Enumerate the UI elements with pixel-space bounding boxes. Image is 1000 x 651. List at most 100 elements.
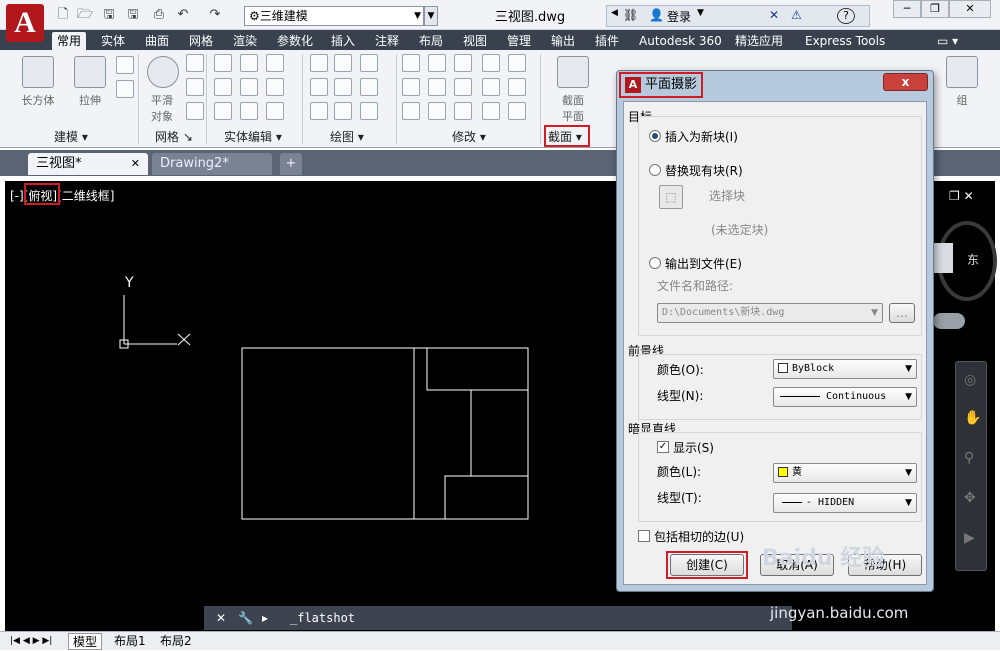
save-icon[interactable]: 🖫: [100, 6, 118, 24]
panel-title-solid-edit[interactable]: 实体编辑 ▾: [224, 128, 282, 146]
smooth-object-icon[interactable]: [147, 56, 179, 88]
draw-tool-icon[interactable]: [334, 102, 352, 120]
mesh-tool-icon[interactable]: [186, 54, 204, 72]
modify-tool-icon[interactable]: [482, 54, 500, 72]
orbit-icon[interactable]: ✥: [964, 490, 976, 506]
modify-tool-icon[interactable]: [402, 78, 420, 96]
solid-edit-icon[interactable]: [266, 54, 284, 72]
doc-tab-active[interactable]: 三视图* ✕: [28, 153, 148, 175]
draw-tool-icon[interactable]: [334, 78, 352, 96]
filename-input[interactable]: D:\Documents\新块.dwg ▼: [657, 303, 883, 323]
modify-tool-icon[interactable]: [428, 54, 446, 72]
tab-5[interactable]: 参数化: [272, 32, 318, 50]
workspace-menu-button[interactable]: ▼: [424, 6, 438, 26]
panel-title-draw[interactable]: 绘图 ▾: [330, 128, 364, 146]
pan-icon[interactable]: ✋: [964, 410, 981, 426]
group-icon[interactable]: [946, 56, 978, 88]
redo-icon[interactable]: ↷: [206, 6, 224, 24]
modify-tool-icon[interactable]: [508, 78, 526, 96]
browse-button[interactable]: ...: [889, 303, 915, 323]
viewport-controls[interactable]: ❐ ✕: [949, 189, 974, 203]
tab-6[interactable]: 插入: [326, 32, 360, 50]
viewport-control[interactable]: [-]: [10, 189, 24, 203]
solid-edit-icon[interactable]: [240, 78, 258, 96]
collapse-icon[interactable]: ◀: [611, 8, 618, 18]
draw-tool-icon[interactable]: [334, 54, 352, 72]
label-show[interactable]: 显示(S): [673, 439, 714, 456]
draw-tool-icon[interactable]: [360, 78, 378, 96]
binoculars-icon[interactable]: ⛓: [623, 8, 638, 22]
draw-tool-icon[interactable]: [360, 102, 378, 120]
a360-icon[interactable]: ⚠: [791, 8, 802, 22]
modify-tool-icon[interactable]: [428, 102, 446, 120]
print-icon[interactable]: ⎙: [150, 6, 168, 24]
modify-tool-icon[interactable]: [428, 78, 446, 96]
obscured-linetype-select[interactable]: - HIDDEN ▼: [773, 493, 917, 513]
steering-wheel-icon[interactable]: ◎: [964, 372, 976, 388]
close-icon[interactable]: ✕: [131, 153, 140, 175]
undo-icon[interactable]: ↶: [174, 6, 192, 24]
fg-color-select[interactable]: ByBlock ▼: [773, 359, 917, 379]
select-block-button[interactable]: ⬚: [659, 185, 683, 209]
ribbon-minimize-icon[interactable]: ▭ ▾: [932, 32, 963, 50]
mesh-tool-icon[interactable]: [186, 78, 204, 96]
application-menu-button[interactable]: A: [6, 4, 44, 42]
modify-tool-icon[interactable]: [508, 102, 526, 120]
modify-tool-icon[interactable]: [402, 102, 420, 120]
modify-tool-icon[interactable]: [482, 102, 500, 120]
label-replace[interactable]: 替换现有块(R): [665, 162, 743, 179]
tab-12[interactable]: 插件: [590, 32, 624, 50]
modify-tool-icon[interactable]: [454, 54, 472, 72]
tab-13[interactable]: Autodesk 360: [634, 32, 727, 50]
panel-title-modify[interactable]: 修改 ▾: [452, 128, 486, 146]
wrench-icon[interactable]: 🔧: [238, 606, 253, 630]
login-dropdown-icon[interactable]: ▼: [697, 8, 704, 18]
command-line[interactable]: ✕ 🔧 ▸ _flatshot: [204, 606, 792, 630]
solid-edit-icon[interactable]: [240, 102, 258, 120]
section-plane-icon[interactable]: [557, 56, 589, 88]
tab-3[interactable]: 网格: [184, 32, 218, 50]
modeling-tool-icon[interactable]: [116, 56, 134, 74]
viewcube-face[interactable]: [931, 243, 953, 273]
tab-15[interactable]: Express Tools: [800, 32, 890, 50]
workspace-dropdown[interactable]: ⚙三维建模 ▼: [244, 6, 424, 26]
solid-edit-icon[interactable]: [266, 102, 284, 120]
tab-0[interactable]: 常用: [52, 32, 87, 50]
modify-tool-icon[interactable]: [454, 102, 472, 120]
box-icon[interactable]: [22, 56, 54, 88]
solid-edit-icon[interactable]: [240, 54, 258, 72]
solid-edit-icon[interactable]: [214, 102, 232, 120]
radio-export[interactable]: [649, 257, 661, 269]
show-checkbox[interactable]: ✓: [657, 441, 669, 453]
new-icon[interactable]: 🗋: [54, 6, 72, 24]
label-insert-new[interactable]: 插入为新块(I): [665, 128, 738, 145]
tab-2[interactable]: 曲面: [140, 32, 174, 50]
modify-tool-icon[interactable]: [402, 54, 420, 72]
wcs-menu[interactable]: [933, 313, 965, 329]
solid-edit-icon[interactable]: [214, 54, 232, 72]
draw-tool-icon[interactable]: [310, 78, 328, 96]
obscured-color-select[interactable]: 黄 ▼: [773, 463, 917, 483]
tab-4[interactable]: 渲染: [228, 32, 262, 50]
close-window-button[interactable]: ✕: [949, 0, 991, 18]
modeling-tool-icon[interactable]: [116, 80, 134, 98]
radio-replace[interactable]: [649, 164, 661, 176]
save-as-icon[interactable]: 🖫: [124, 6, 142, 24]
exchange-icon[interactable]: ✕: [769, 8, 779, 22]
tab-9[interactable]: 视图: [458, 32, 492, 50]
solid-edit-icon[interactable]: [266, 78, 284, 96]
draw-tool-icon[interactable]: [310, 102, 328, 120]
modify-tool-icon[interactable]: [508, 54, 526, 72]
tab-7[interactable]: 注释: [370, 32, 404, 50]
modify-tool-icon[interactable]: [482, 78, 500, 96]
open-icon[interactable]: 🗁: [76, 6, 94, 24]
tab-1[interactable]: 实体: [96, 32, 130, 50]
restore-button[interactable]: ❐: [921, 0, 949, 18]
modify-tool-icon[interactable]: [454, 78, 472, 96]
new-tab-button[interactable]: +: [280, 153, 302, 175]
visual-style-control[interactable]: [二维线框]: [57, 189, 114, 203]
tab-8[interactable]: 布局: [414, 32, 448, 50]
label-tangential[interactable]: 包括相切的边(U): [654, 528, 744, 545]
layout-tab[interactable]: 布局2: [156, 633, 196, 650]
dialog-close-button[interactable]: x: [883, 73, 928, 91]
